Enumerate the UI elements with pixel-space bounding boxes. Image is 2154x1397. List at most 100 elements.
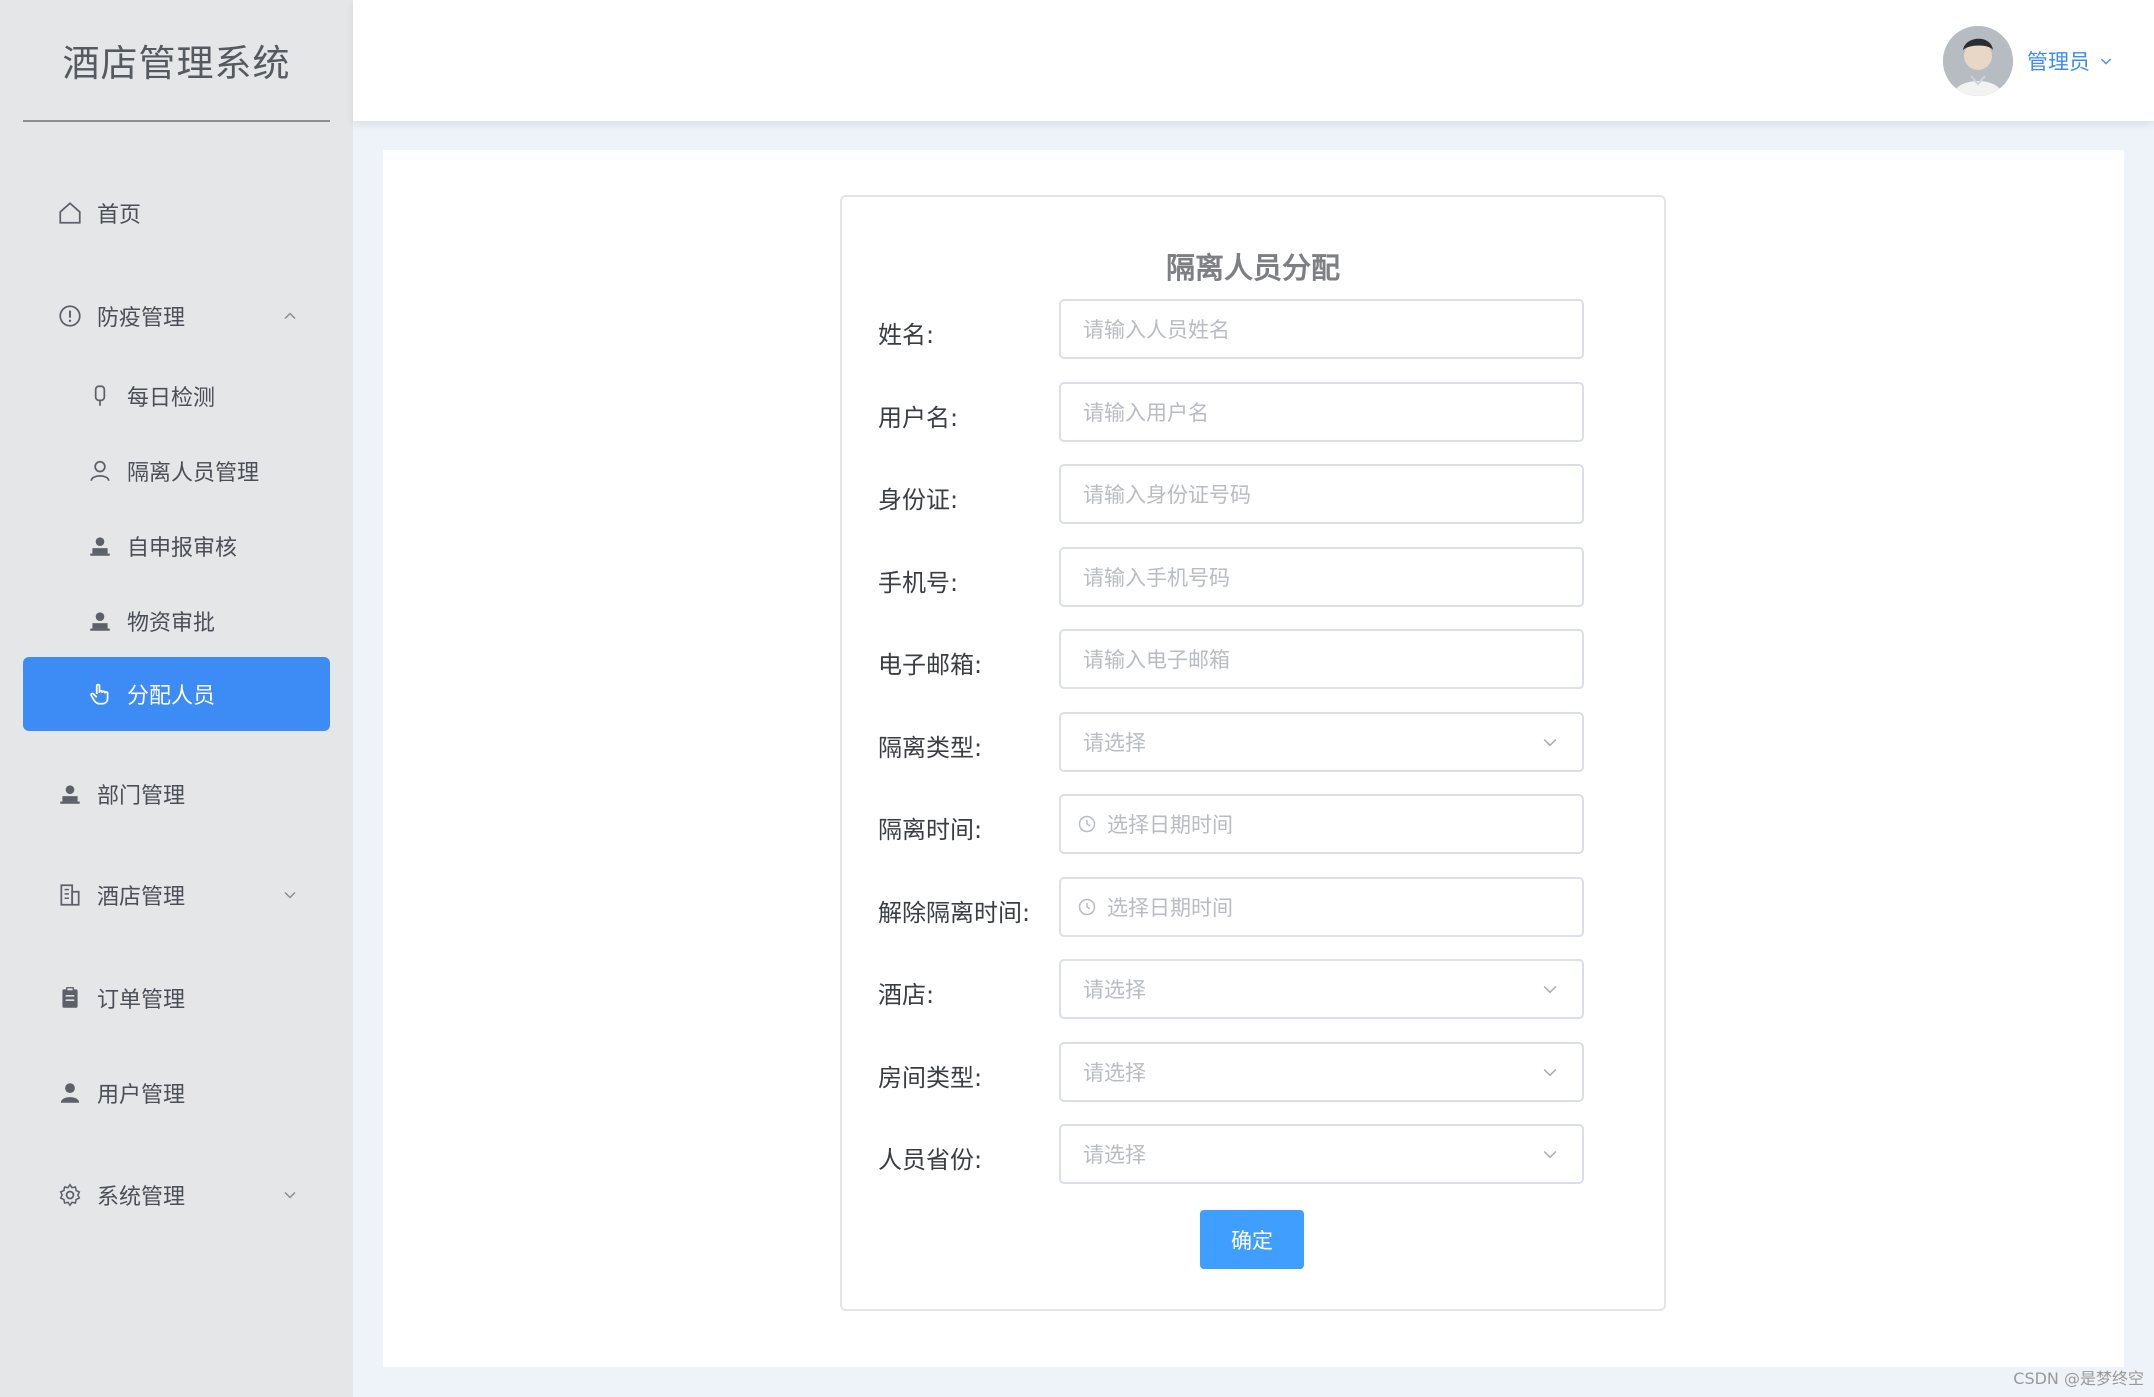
email-label: 电子邮箱: [878,651,983,679]
name-placeholder: 请输入人员姓名 [1083,318,1230,342]
idcard-label: 身份证: [878,486,959,514]
chevron-down-icon [2100,58,2112,65]
isolation-time-placeholder: 选择日期时间 [1107,813,1233,837]
form-row-hotel: 酒店: 请选择 [842,959,1664,1019]
hotel-placeholder: 请选择 [1083,978,1146,1002]
nav-users-label: 用户管理 [97,1083,186,1108]
warning-icon [55,301,85,331]
phone-input[interactable]: 请输入手机号码 [1059,547,1584,607]
user-menu[interactable]: 管理员 [2027,46,2114,76]
nav-orders-label: 订单管理 [97,988,186,1013]
nav-orders[interactable]: 订单管理 [23,961,330,1035]
nav-home-label: 首页 [97,203,142,228]
chevron-down-icon [284,1191,296,1199]
user-stamp-icon [85,531,115,561]
release-time-placeholder: 选择日期时间 [1107,896,1233,920]
gear-icon [55,1180,85,1210]
room-type-select[interactable]: 请选择 [1059,1042,1584,1102]
email-input[interactable]: 请输入电子邮箱 [1059,629,1584,689]
hotel-select[interactable]: 请选择 [1059,959,1584,1019]
chevron-up-icon [284,312,296,320]
nav-daily-check-label: 每日检测 [127,386,216,411]
confirm-button[interactable]: 确定 [1200,1210,1304,1269]
nav-department[interactable]: 部门管理 [23,757,330,831]
hotel-label: 酒店: [878,981,935,1009]
nav-supplies[interactable]: 物资审批 [23,584,330,658]
phone-placeholder: 请输入手机号码 [1083,566,1230,590]
isolation-time-label: 隔离时间: [878,816,983,844]
form-row-isolation-type: 隔离类型: 请选择 [842,712,1664,772]
building-icon [55,880,85,910]
nav-assign-people-label: 分配人员 [127,684,216,709]
province-placeholder: 请选择 [1083,1143,1146,1167]
nav-epidemic[interactable]: 防疫管理 [23,279,330,353]
isolation-type-select[interactable]: 请选择 [1059,712,1584,772]
main-content: 隔离人员分配 姓名: 请输入人员姓名 用户名: 请输入用户名 身份证: 请输入身… [383,150,2124,1367]
nav-self-report-label: 自申报审核 [127,536,238,561]
form-row-release-time: 解除隔离时间: 选择日期时间 [842,877,1664,937]
room-type-placeholder: 请选择 [1083,1061,1146,1085]
isolation-type-label: 隔离类型: [878,734,983,762]
phone-label: 手机号: [878,569,959,597]
watermark: CSDN @是梦终空 [2013,1369,2144,1388]
user-outline-icon [85,456,115,486]
username-label: 用户名: [878,404,959,432]
idcard-input[interactable]: 请输入身份证号码 [1059,464,1584,524]
form-row-room-type: 房间类型: 请选择 [842,1042,1664,1102]
clock-icon [1078,815,1096,833]
username-input[interactable]: 请输入用户名 [1059,382,1584,442]
pointer-hand-icon [85,679,115,709]
username-placeholder: 请输入用户名 [1083,401,1209,425]
form-row-email: 电子邮箱: 请输入电子邮箱 [842,629,1664,689]
nav-system-label: 系统管理 [97,1185,186,1210]
nav-epidemic-label: 防疫管理 [97,306,186,331]
user-solid-icon [55,1078,85,1108]
nav-home[interactable]: 首页 [23,176,330,250]
form-row-name: 姓名: 请输入人员姓名 [842,299,1664,359]
nav-department-label: 部门管理 [97,784,186,809]
province-select[interactable]: 请选择 [1059,1124,1584,1184]
clipboard-icon [55,983,85,1013]
room-type-label: 房间类型: [878,1064,983,1092]
user-stamp-icon [55,779,85,809]
form-title: 隔离人员分配 [1165,251,1340,285]
sidebar: 酒店管理系统 首页 防疫管理 每日检测 隔离人员管理 自申报审核 物资审批 分配… [0,0,353,1397]
nav-isolation-people-label: 隔离人员管理 [127,461,260,486]
isolation-type-placeholder: 请选择 [1083,731,1146,755]
user-name: 管理员 [2027,50,2090,74]
nav-assign-people[interactable]: 分配人员 [23,657,330,731]
form-row-isolation-time: 隔离时间: 选择日期时间 [842,794,1664,854]
form-row-phone: 手机号: 请输入手机号码 [842,547,1664,607]
nav-hotel[interactable]: 酒店管理 [23,858,330,932]
chevron-down-icon [284,891,296,899]
home-icon [55,198,85,228]
app-title: 酒店管理系统 [23,0,330,122]
form-row-idcard: 身份证: 请输入身份证号码 [842,464,1664,524]
clock-icon [1078,898,1096,916]
nav-users[interactable]: 用户管理 [23,1056,330,1130]
nav-isolation-people[interactable]: 隔离人员管理 [23,434,330,508]
form-row-username: 用户名: 请输入用户名 [842,382,1664,442]
chevron-down-icon [1543,1068,1557,1077]
email-placeholder: 请输入电子邮箱 [1083,648,1230,672]
nav-self-report[interactable]: 自申报审核 [23,509,330,583]
chevron-down-icon [1543,1150,1557,1159]
form-row-province: 人员省份: 请选择 [842,1124,1664,1184]
thermometer-icon [85,381,115,411]
province-label: 人员省份: [878,1146,983,1174]
idcard-placeholder: 请输入身份证号码 [1083,483,1251,507]
nav-daily-check[interactable]: 每日检测 [23,359,330,433]
nav-hotel-label: 酒店管理 [97,885,186,910]
name-input[interactable]: 请输入人员姓名 [1059,299,1584,359]
nav-system[interactable]: 系统管理 [23,1158,330,1232]
user-stamp-icon [85,606,115,636]
name-label: 姓名: [878,321,935,349]
chevron-down-icon [1543,738,1557,747]
release-time-picker[interactable]: 选择日期时间 [1059,877,1584,937]
top-header [353,0,2154,121]
assign-form-card: 隔离人员分配 姓名: 请输入人员姓名 用户名: 请输入用户名 身份证: 请输入身… [840,195,1666,1311]
chevron-down-icon [1543,985,1557,994]
isolation-time-picker[interactable]: 选择日期时间 [1059,794,1584,854]
release-time-label: 解除隔离时间: [878,899,1031,927]
avatar[interactable] [1943,26,2013,96]
